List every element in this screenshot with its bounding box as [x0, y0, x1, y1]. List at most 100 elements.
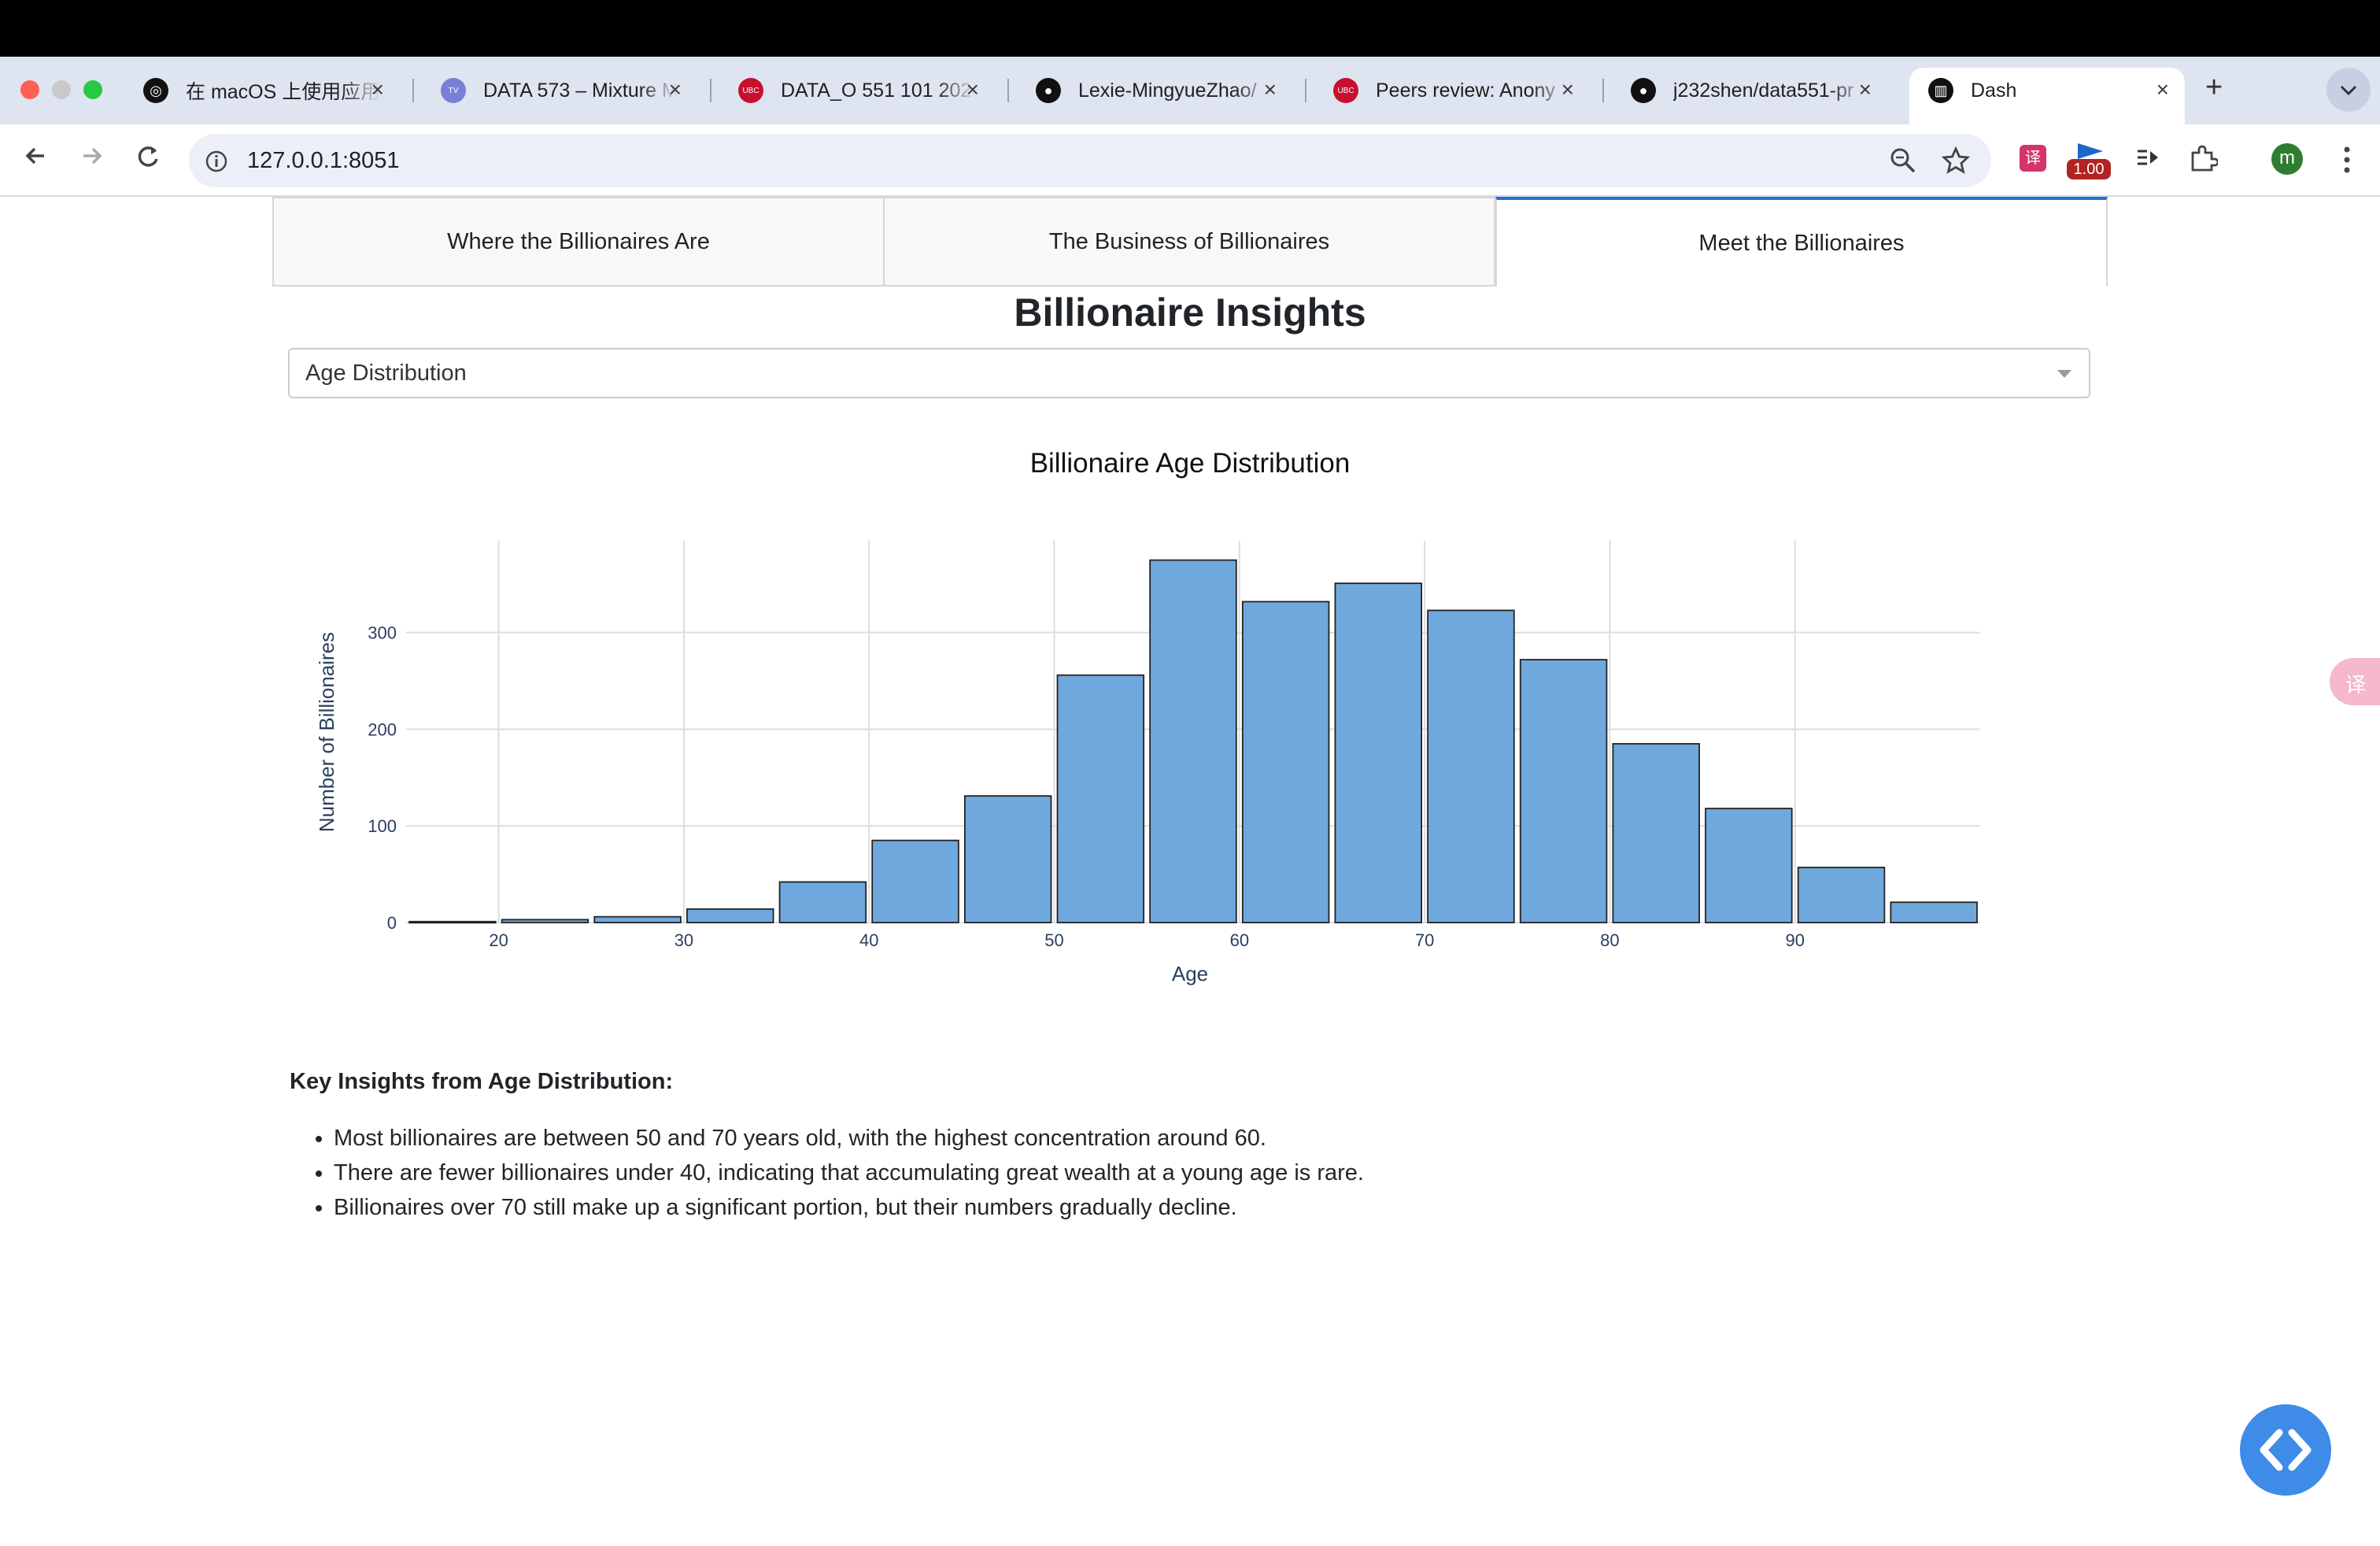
- page-nav-tabs: Where the Billionaires Are The Business …: [272, 197, 2108, 288]
- y-axis-label: Number of Billionaires: [315, 632, 338, 832]
- reader-extension-icon[interactable]: [2134, 145, 2163, 177]
- browser-tab[interactable]: ● j232shen/data551-pr ×: [1613, 66, 1889, 115]
- ubc-icon: UBC: [1333, 78, 1358, 103]
- histogram-bar[interactable]: [1705, 808, 1793, 923]
- histogram-bar[interactable]: [778, 881, 867, 923]
- forward-icon[interactable]: [76, 140, 107, 179]
- histogram-bar[interactable]: [1519, 659, 1608, 923]
- x-tick-label: 50: [1044, 930, 1063, 950]
- histogram-bar[interactable]: [963, 795, 1052, 923]
- browser-tab[interactable]: ● Lexie-MingyueZhao/ ×: [1018, 66, 1294, 115]
- x-axis-label: Age: [1172, 962, 1208, 986]
- age-distribution-chart: Billionaire Age Distribution 20 30 40 50 60 7…: [315, 448, 1980, 986]
- histogram-bar[interactable]: [1612, 742, 1700, 923]
- translate-extension-icon[interactable]: 译: [2020, 145, 2046, 172]
- chart-title: Billionaire Age Distribution: [1030, 448, 1351, 479]
- tab-business-billionaires[interactable]: The Business of Billionaires: [883, 197, 1495, 287]
- speed-badge: 1.00: [2067, 159, 2111, 179]
- close-tab-icon[interactable]: ×: [1859, 77, 1872, 102]
- close-tab-icon[interactable]: ×: [1264, 77, 1277, 102]
- insights-heading: Key Insights from Age Distribution:: [290, 1069, 674, 1094]
- tab-label: Where the Billionaires Are: [447, 228, 710, 254]
- histogram-bar[interactable]: [1427, 609, 1515, 923]
- floating-translate-button[interactable]: 译: [2330, 658, 2380, 705]
- y-tick-label: 100: [368, 816, 397, 836]
- back-icon[interactable]: [20, 140, 52, 179]
- close-tab-icon[interactable]: ×: [1561, 77, 1574, 102]
- zoom-window-button[interactable]: [83, 80, 102, 99]
- reload-icon[interactable]: [132, 140, 164, 179]
- tab-separator: [710, 79, 711, 102]
- y-tick-label: 0: [387, 913, 397, 933]
- histogram-bar[interactable]: [871, 839, 959, 923]
- tab-separator: [412, 79, 414, 102]
- extensions-puzzle-icon[interactable]: [2188, 143, 2219, 177]
- site-info-icon[interactable]: [203, 148, 230, 175]
- x-tick-label: 20: [489, 930, 508, 950]
- tab-separator: [1602, 79, 1604, 102]
- histogram-bar[interactable]: [1890, 901, 1978, 923]
- browser-tab[interactable]: TV DATA 573 – Mixture M ×: [423, 66, 699, 115]
- tab-where-billionaires[interactable]: Where the Billionaires Are: [272, 197, 885, 287]
- zoom-icon[interactable]: [1889, 146, 1917, 175]
- close-tab-icon[interactable]: ×: [669, 77, 682, 102]
- minimize-window-button[interactable]: [52, 80, 71, 99]
- close-tab-icon[interactable]: ×: [2156, 77, 2169, 102]
- tab-search-button[interactable]: [2326, 68, 2371, 112]
- tab-label: Meet the Billionaires: [1698, 230, 1905, 256]
- close-window-button[interactable]: [20, 80, 39, 99]
- tab-title: Dash: [1971, 79, 2017, 102]
- histogram-bar[interactable]: [686, 908, 774, 923]
- histogram-bar[interactable]: [1056, 674, 1145, 923]
- insight-item: Billionaires over 70 still make up a sig…: [334, 1190, 1364, 1225]
- url-text[interactable]: 127.0.0.1:8051: [247, 148, 400, 174]
- histogram-bar[interactable]: [1149, 559, 1237, 923]
- tab-title: Lexie-MingyueZhao/: [1078, 79, 1257, 102]
- tab-label: The Business of Billionaires: [1048, 228, 1330, 254]
- bookmark-star-icon[interactable]: [1941, 146, 1971, 176]
- dropdown-selected-value: Age Distribution: [305, 361, 467, 386]
- profile-avatar[interactable]: m: [2271, 143, 2303, 175]
- insight-item: There are fewer billionaires under 40, i…: [334, 1156, 1364, 1190]
- tab-separator: [1305, 79, 1306, 102]
- y-tick-label: 200: [368, 719, 397, 739]
- github-icon: ●: [1631, 78, 1656, 103]
- tab-meet-billionaires[interactable]: Meet the Billionaires: [1495, 197, 2108, 287]
- histogram-bar[interactable]: [1241, 601, 1330, 923]
- chevron-down-icon[interactable]: [2057, 370, 2071, 378]
- github-icon: ●: [1036, 78, 1061, 103]
- chart-select-dropdown[interactable]: Age Distribution: [288, 348, 2090, 398]
- menu-kebab-icon[interactable]: [2342, 145, 2352, 179]
- close-tab-icon[interactable]: ×: [371, 77, 384, 102]
- histogram-bar[interactable]: [593, 915, 682, 923]
- browser-tab[interactable]: ▥ Dash ×: [1911, 66, 2186, 115]
- browser-tab[interactable]: UBC Peers review: Anony ×: [1316, 66, 1591, 115]
- close-tab-icon[interactable]: ×: [966, 77, 979, 102]
- tv-icon: TV: [441, 78, 466, 103]
- x-tick-label: 70: [1415, 930, 1434, 950]
- tab-title: j232shen/data551-pr: [1673, 79, 1854, 102]
- x-tick-label: 90: [1785, 930, 1804, 950]
- x-tick-label: 40: [859, 930, 878, 950]
- histogram-bar[interactable]: [1797, 867, 1886, 923]
- x-tick-label: 80: [1600, 930, 1619, 950]
- screen-top-bar: [0, 0, 2380, 57]
- insight-item: Most billionaires are between 50 and 70 …: [334, 1121, 1364, 1156]
- insights-list: Most billionaires are between 50 and 70 …: [290, 1121, 1364, 1225]
- browser-tab[interactable]: UBC DATA_O 551 101 2024 ×: [721, 66, 996, 115]
- dash-icon: ▥: [1928, 78, 1953, 103]
- histogram-bar[interactable]: [1334, 583, 1423, 923]
- histogram-bar[interactable]: [408, 920, 497, 924]
- new-tab-icon[interactable]: +: [2205, 71, 2223, 105]
- x-tick-label: 60: [1230, 930, 1249, 950]
- tab-title: DATA 573 – Mixture M: [483, 79, 678, 102]
- address-bar[interactable]: 127.0.0.1:8051: [189, 134, 1991, 187]
- tab-title: Peers review: Anony: [1376, 79, 1555, 102]
- histogram-bar[interactable]: [501, 919, 589, 923]
- dash-debug-button[interactable]: [2240, 1404, 2331, 1496]
- y-tick-label: 300: [368, 623, 397, 643]
- x-tick-label: 30: [674, 930, 693, 950]
- browser-tab[interactable]: ◎ 在 macOS 上使用应用 ×: [126, 66, 401, 115]
- chevron-down-icon: [2340, 85, 2357, 96]
- ubc-icon: UBC: [738, 78, 763, 103]
